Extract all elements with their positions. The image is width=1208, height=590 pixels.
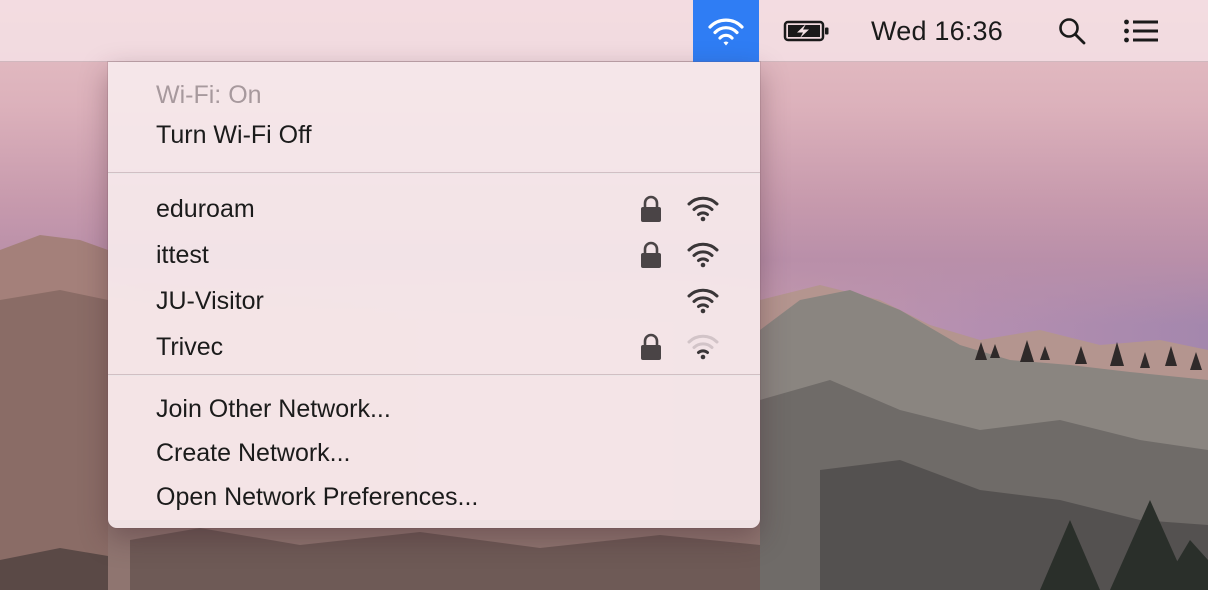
lock-icon xyxy=(641,241,661,268)
network-item-trivec[interactable]: Trivec xyxy=(108,324,760,370)
menu-separator xyxy=(108,172,760,174)
wifi-dropdown-menu: Wi-Fi: On Turn Wi-Fi Off eduroam ittest xyxy=(108,62,760,528)
spotlight-search-button[interactable] xyxy=(1050,0,1094,62)
wifi-signal-full-icon xyxy=(687,196,719,222)
wifi-icon xyxy=(708,18,744,46)
network-name: JU-Visitor xyxy=(156,287,264,315)
menu-separator xyxy=(108,374,760,376)
battery-charging-icon xyxy=(783,20,829,42)
network-item-ittest[interactable]: ittest xyxy=(108,232,760,278)
menubar-clock[interactable]: Wed 16:36 xyxy=(848,0,1026,62)
turn-wifi-off-item[interactable]: Turn Wi-Fi Off xyxy=(156,114,312,156)
network-name: Trivec xyxy=(156,333,224,361)
network-item-eduroam[interactable]: eduroam xyxy=(108,186,760,232)
notification-center-button[interactable] xyxy=(1113,0,1169,62)
network-item-ju-visitor[interactable]: JU-Visitor xyxy=(108,278,760,324)
wifi-signal-full-icon xyxy=(687,242,719,268)
open-network-preferences-item[interactable]: Open Network Preferences... xyxy=(156,476,478,518)
wifi-signal-full-icon xyxy=(687,288,719,314)
wifi-status-label: Wi-Fi: On xyxy=(156,81,262,109)
create-network-item[interactable]: Create Network... xyxy=(156,432,351,474)
menu-bar: Wed 16:36 xyxy=(0,0,1208,62)
network-name: ittest xyxy=(156,241,209,269)
lock-icon xyxy=(641,195,661,222)
spotlight-search-icon xyxy=(1059,18,1086,45)
wifi-signal-weak-icon xyxy=(687,334,719,360)
battery-status[interactable] xyxy=(781,0,833,62)
network-name: eduroam xyxy=(156,195,255,223)
lock-icon xyxy=(641,333,661,360)
wifi-menu-extra[interactable] xyxy=(693,0,759,62)
notification-center-icon xyxy=(1124,19,1158,43)
join-other-network-item[interactable]: Join Other Network... xyxy=(156,388,391,430)
